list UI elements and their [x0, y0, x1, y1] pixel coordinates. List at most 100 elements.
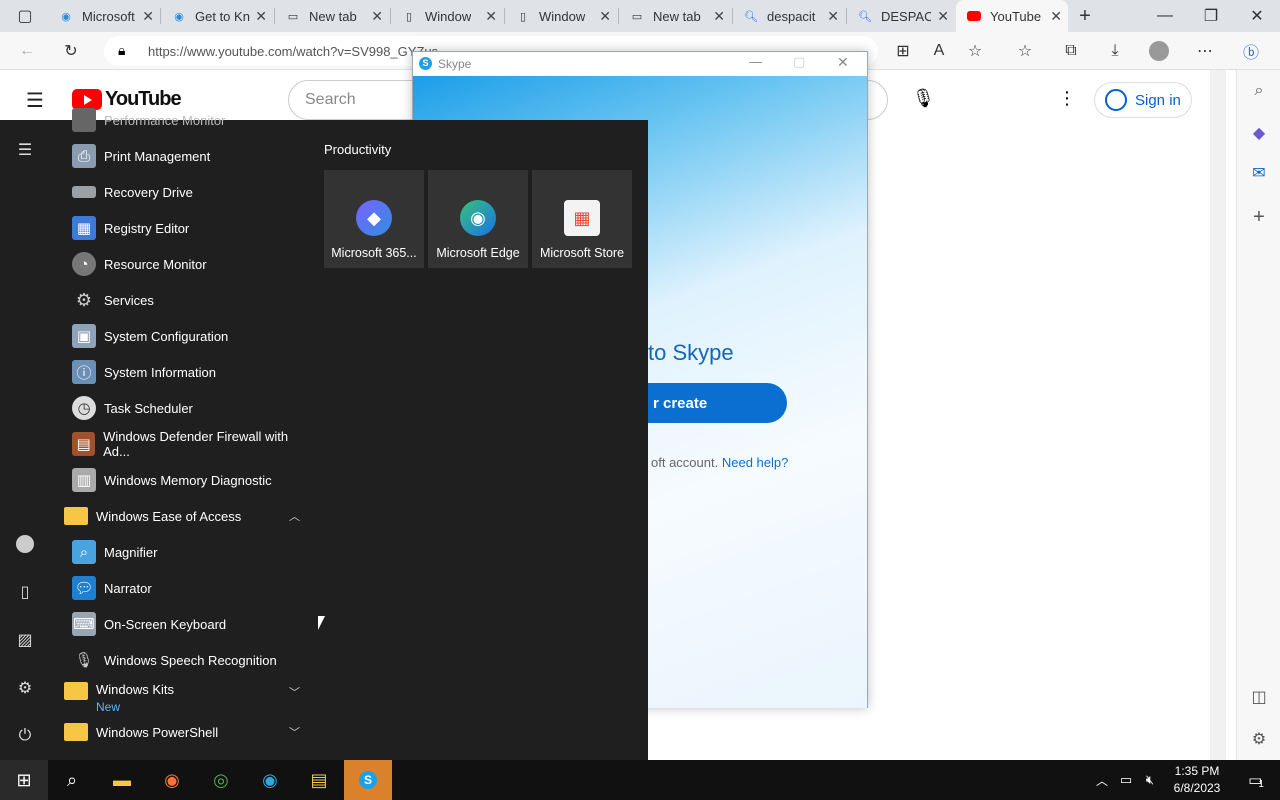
tab-5[interactable]: ▯ Window ✕ — [505, 0, 617, 32]
minimize-button[interactable]: — — [749, 54, 762, 69]
app-available-icon[interactable]: ⊞ — [892, 40, 914, 62]
taskbar-clock[interactable]: 1:35 PM 6/8/2023 — [1162, 763, 1232, 797]
need-help-link[interactable]: Need help? — [722, 455, 789, 470]
firewall-icon: ▤ — [72, 432, 96, 456]
tab-1[interactable]: ◉ Microsoft ✕ — [48, 0, 160, 32]
start-button[interactable]: ⊞ — [0, 760, 48, 800]
printer-icon: ⎙ — [72, 144, 96, 168]
notepad-app-icon[interactable]: ▤ — [295, 760, 343, 800]
newtab-icon: ▭ — [287, 10, 299, 23]
app-task-scheduler[interactable]: ◷ Task Scheduler — [64, 390, 310, 426]
tab-7[interactable]: 🔍︎ despacit ✕ — [733, 0, 845, 32]
close-icon[interactable]: ✕ — [1050, 8, 1062, 25]
close-icon[interactable]: ✕ — [599, 8, 611, 25]
refresh-button[interactable]: ↻ — [60, 40, 82, 62]
sidebar-toggle-icon[interactable]: ◫ — [1246, 684, 1272, 710]
menu-icon[interactable]: ☰ — [26, 88, 44, 113]
close-icon[interactable]: ✕ — [937, 8, 949, 25]
app-print-management[interactable]: ⎙ Print Management — [64, 138, 310, 174]
app-resource-monitor[interactable]: ◔ Resource Monitor — [64, 246, 310, 282]
close-icon[interactable]: ✕ — [713, 8, 725, 25]
add-icon[interactable]: + — [1246, 204, 1272, 230]
bing-icon[interactable]: ⓑ — [1240, 40, 1262, 62]
app-windows-defender-firewall[interactable]: ▤ Windows Defender Firewall with Ad... — [64, 426, 310, 462]
tab-actions-icon[interactable]: ▢ — [14, 5, 36, 27]
app-windows-memory-diagnostic[interactable]: ▥ Windows Memory Diagnostic — [64, 462, 310, 498]
search-icon[interactable]: ⌕ — [1246, 78, 1272, 104]
network-icon[interactable]: ▭ — [1114, 760, 1138, 800]
settings-icon[interactable]: ⚙ — [13, 676, 37, 700]
documents-icon[interactable]: ▯ — [13, 580, 37, 604]
page-scrollbar[interactable] — [1210, 70, 1226, 760]
tab-2[interactable]: ◉ Get to Kn ✕ — [161, 0, 273, 32]
restore-button[interactable]: ❐ — [1200, 5, 1222, 27]
edge-icon: ◉ — [61, 10, 71, 23]
read-aloud-icon[interactable]: A — [928, 40, 950, 62]
file-explorer-icon[interactable]: ▬ — [98, 760, 146, 800]
tab-8[interactable]: 🔍︎ DESPACI ✕ — [847, 0, 955, 32]
collections-icon[interactable]: ⧉ — [1060, 40, 1082, 62]
close-icon[interactable]: ✕ — [827, 8, 839, 25]
app-recovery-drive[interactable]: Recovery Drive — [64, 174, 310, 210]
tab-3[interactable]: ▭ New tab ✕ — [275, 0, 389, 32]
copilot-icon[interactable]: ◆ — [1246, 120, 1272, 146]
clock-icon: ◷ — [72, 396, 96, 420]
close-button[interactable]: ✕ — [837, 54, 849, 71]
app-windows-speech-recognition[interactable]: 🎙︎ Windows Speech Recognition — [64, 642, 310, 678]
folder-windows-ease-of-access[interactable]: Windows Ease of Access ︿ — [64, 498, 310, 534]
app-system-configuration[interactable]: ▣ System Configuration — [64, 318, 310, 354]
sign-in-button[interactable]: Sign in — [1094, 82, 1192, 118]
app-narrator[interactable]: 💬︎ Narrator — [64, 570, 310, 606]
start-menu-rail: ☰ ▯ ▨ ⚙ ⏻ — [0, 120, 50, 760]
chevron-up-icon[interactable]: ︿ — [1090, 760, 1114, 800]
add-favorite-icon[interactable]: ☆ — [964, 40, 986, 62]
app-on-screen-keyboard[interactable]: ⌨ On-Screen Keyboard — [64, 606, 310, 642]
tab-4[interactable]: ▯ Window ✕ — [391, 0, 503, 32]
app-magnifier[interactable]: ⌕ Magnifier — [64, 534, 310, 570]
folder-windows-powershell[interactable]: Windows PowerShell ﹀ — [64, 714, 310, 750]
tab-youtube[interactable]: YouTube ✕ — [956, 0, 1068, 32]
close-icon[interactable]: ✕ — [142, 8, 154, 25]
search-icon[interactable]: ⌕ — [48, 760, 96, 800]
maximize-button[interactable]: ▢ — [793, 54, 805, 70]
settings-more-icon[interactable]: ⋮ — [1058, 88, 1076, 109]
mouse-cursor — [318, 616, 332, 630]
user-icon[interactable] — [13, 532, 37, 556]
downloads-icon[interactable]: ⤓ — [1104, 40, 1126, 62]
app-performance-monitor[interactable]: Performance Monitor — [64, 108, 310, 132]
taskbar: ⊞ ⌕ ▬ ◉ ◎ ◉ ▤ S ︿ ▭ 🔇︎ 1:35 PM 6/8/2023 … — [0, 760, 1280, 800]
close-window-button[interactable]: ✕ — [1246, 5, 1268, 27]
folder-windows-kits[interactable]: Windows Kits New ﹀ — [64, 678, 310, 714]
gear-icon[interactable]: ⚙ — [1246, 726, 1272, 752]
outlook-icon[interactable]: ✉ — [1246, 160, 1272, 186]
power-icon[interactable]: ⏻ — [13, 724, 37, 748]
chrome-icon[interactable]: ◎ — [197, 760, 245, 800]
app-services[interactable]: ⚙ Services — [64, 282, 310, 318]
notifications-icon[interactable]: ▭ 1 — [1232, 760, 1280, 800]
new-tab-button[interactable]: + — [1074, 5, 1096, 27]
minimize-button[interactable]: — — [1154, 5, 1176, 27]
expand-menu-icon[interactable]: ☰ — [13, 138, 37, 162]
microphone-icon[interactable]: 🎙︎ — [912, 88, 935, 109]
close-icon[interactable]: ✕ — [485, 8, 497, 25]
back-button[interactable]: ← — [16, 40, 38, 62]
volume-muted-icon[interactable]: 🔇︎ — [1138, 760, 1162, 800]
firefox-icon[interactable]: ◉ — [148, 760, 196, 800]
tile-microsoft-edge[interactable]: ◉ Microsoft Edge — [428, 170, 528, 268]
tab-6[interactable]: ▭ New tab ✕ — [619, 0, 731, 32]
app-registry-editor[interactable]: ▦ Registry Editor — [64, 210, 310, 246]
profile-avatar[interactable] — [1148, 40, 1170, 62]
chevron-up-icon: ︿ — [289, 511, 300, 523]
app-system-information[interactable]: ⓘ System Information — [64, 354, 310, 390]
more-menu-icon[interactable]: ⋯ — [1194, 40, 1216, 62]
skype-taskbar-icon[interactable]: S — [344, 760, 392, 800]
favorites-icon[interactable]: ☆ — [1014, 40, 1036, 62]
tile-microsoft-store[interactable]: ▦ Microsoft Store — [532, 170, 632, 268]
tile-microsoft-365[interactable]: ◆ Microsoft 365... — [324, 170, 424, 268]
close-icon[interactable]: ✕ — [371, 8, 383, 25]
edge-icon[interactable]: ◉ — [246, 760, 294, 800]
close-icon[interactable]: ✕ — [255, 8, 267, 25]
pictures-icon[interactable]: ▨ — [13, 628, 37, 652]
syscfg-icon: ▣ — [72, 324, 96, 348]
folder-icon — [64, 723, 88, 741]
